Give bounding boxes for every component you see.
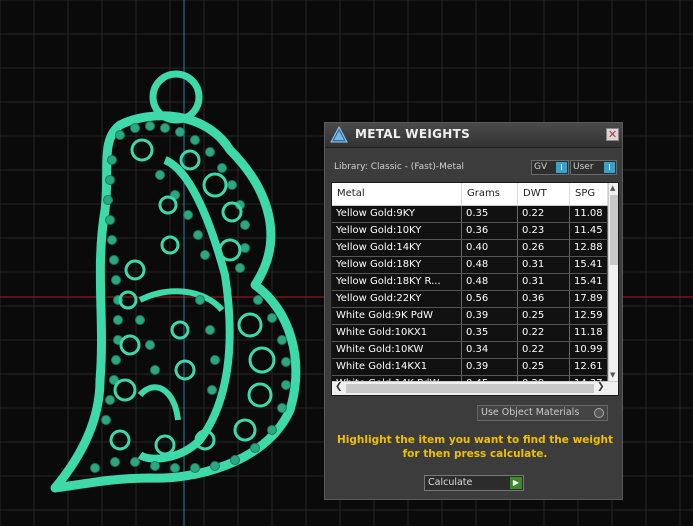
metal-cell: Yellow Gold:18KY R... [332, 274, 462, 290]
horizontal-scroll-thumb[interactable] [346, 384, 594, 393]
user-toggle-label: User [573, 162, 594, 172]
column-header-grams[interactable]: Grams [462, 183, 518, 205]
dwt-cell: 0.31 [518, 257, 570, 273]
vertical-scroll-thumb[interactable] [610, 195, 618, 265]
grams-cell: 0.39 [462, 359, 518, 375]
gv-toggle[interactable]: GV I [531, 160, 569, 175]
dwt-cell: 0.22 [518, 342, 570, 358]
dwt-cell: 0.31 [518, 274, 570, 290]
table-row[interactable]: Yellow Gold:18KY 0.48 0.31 15.41 [332, 257, 608, 274]
dwt-cell: 0.22 [518, 325, 570, 341]
table-row[interactable]: Yellow Gold:22KY 0.56 0.36 17.89 [332, 291, 608, 308]
dialog-titlebar[interactable]: METAL WEIGHTS ✕ [325, 123, 622, 148]
metal-cell: Yellow Gold:18KY [332, 257, 462, 273]
instruction-text: Highlight the item you want to find the … [337, 434, 613, 460]
table-row[interactable]: White Gold:10KW 0.34 0.22 10.99 [332, 342, 608, 359]
table-body: Yellow Gold:9KY 0.35 0.22 11.08 Yellow Gold:… [332, 206, 608, 393]
metal-cell: Yellow Gold:10KY [332, 223, 462, 239]
metal-weights-dialog: METAL WEIGHTS ✕ Library: Classic - (Fast… [324, 122, 623, 500]
table-header: Metal Grams DWT SPG [332, 183, 608, 206]
spg-cell: 17.89 [570, 291, 608, 307]
gv-toggle-knob: I [556, 162, 567, 173]
table-row[interactable]: White Gold:14KX1 0.39 0.25 12.61 [332, 359, 608, 376]
table-row[interactable]: Yellow Gold:9KY 0.35 0.22 11.08 [332, 206, 608, 223]
scroll-left-icon[interactable]: ❮ [335, 382, 343, 392]
column-header-metal[interactable]: Metal [332, 183, 462, 205]
spg-cell: 11.08 [570, 206, 608, 222]
spg-cell: 12.61 [570, 359, 608, 375]
metal-cell: White Gold:10KW [332, 342, 462, 358]
gv-toggle-label: GV [534, 162, 548, 172]
grams-cell: 0.40 [462, 240, 518, 256]
metal-table: Metal Grams DWT SPG Yellow Gold:9KY 0.35 0… [331, 182, 619, 396]
dwt-cell: 0.36 [518, 291, 570, 307]
close-icon: ✕ [607, 128, 618, 141]
dwt-cell: 0.25 [518, 359, 570, 375]
metal-cell: White Gold:14KX1 [332, 359, 462, 375]
grams-cell: 0.48 [462, 257, 518, 273]
grams-cell: 0.36 [462, 223, 518, 239]
use-object-materials-option[interactable]: Use Object Materials [477, 405, 608, 421]
column-header-dwt[interactable]: DWT [518, 183, 570, 205]
grams-cell: 0.35 [462, 206, 518, 222]
spg-cell: 12.88 [570, 240, 608, 256]
spg-cell: 11.18 [570, 325, 608, 341]
spg-cell: 11.45 [570, 223, 608, 239]
metal-cell: White Gold:10KX1 [332, 325, 462, 341]
close-button[interactable]: ✕ [606, 128, 619, 141]
use-object-materials-label: Use Object Materials [481, 407, 580, 418]
grams-cell: 0.35 [462, 325, 518, 341]
dwt-cell: 0.22 [518, 206, 570, 222]
spg-cell: 15.41 [570, 257, 608, 273]
dialog-title: METAL WEIGHTS [355, 127, 471, 141]
scroll-down-icon[interactable]: ▼ [610, 371, 615, 379]
grams-cell: 0.34 [462, 342, 518, 358]
table-row[interactable]: White Gold:9K PdW 0.39 0.25 12.59 [332, 308, 608, 325]
horizontal-scrollbar[interactable]: ❮ ❯ [332, 381, 618, 395]
user-toggle[interactable]: User I [570, 160, 617, 175]
dwt-cell: 0.26 [518, 240, 570, 256]
column-header-spg[interactable]: SPG [570, 183, 608, 205]
user-toggle-knob: I [604, 162, 615, 173]
table-row[interactable]: Yellow Gold:14KY 0.40 0.26 12.88 [332, 240, 608, 257]
grams-cell: 0.48 [462, 274, 518, 290]
play-icon: ▶ [510, 477, 522, 489]
vertical-scrollbar[interactable]: ▲ ▼ [608, 183, 618, 381]
library-label: Library: Classic - (Fast)-Metal [334, 162, 465, 172]
scroll-up-icon[interactable]: ▲ [610, 184, 615, 192]
dwt-cell: 0.23 [518, 223, 570, 239]
use-object-materials-radio[interactable] [594, 408, 604, 418]
spg-cell: 12.59 [570, 308, 608, 324]
metal-cell: Yellow Gold:22KY [332, 291, 462, 307]
calculate-label: Calculate [428, 477, 473, 488]
grams-cell: 0.56 [462, 291, 518, 307]
spg-cell: 15.41 [570, 274, 608, 290]
calculate-button[interactable]: Calculate ▶ [424, 475, 524, 491]
grams-cell: 0.39 [462, 308, 518, 324]
table-row[interactable]: Yellow Gold:18KY R... 0.48 0.31 15.41 [332, 274, 608, 291]
metal-cell: Yellow Gold:9KY [332, 206, 462, 222]
metal-cell: Yellow Gold:14KY [332, 240, 462, 256]
scroll-right-icon[interactable]: ❯ [597, 382, 605, 392]
dwt-cell: 0.25 [518, 308, 570, 324]
app-logo-icon [330, 125, 348, 143]
spg-cell: 10.99 [570, 342, 608, 358]
metal-cell: White Gold:9K PdW [332, 308, 462, 324]
table-row[interactable]: Yellow Gold:10KY 0.36 0.23 11.45 [332, 223, 608, 240]
table-row[interactable]: White Gold:10KX1 0.35 0.22 11.18 [332, 325, 608, 342]
